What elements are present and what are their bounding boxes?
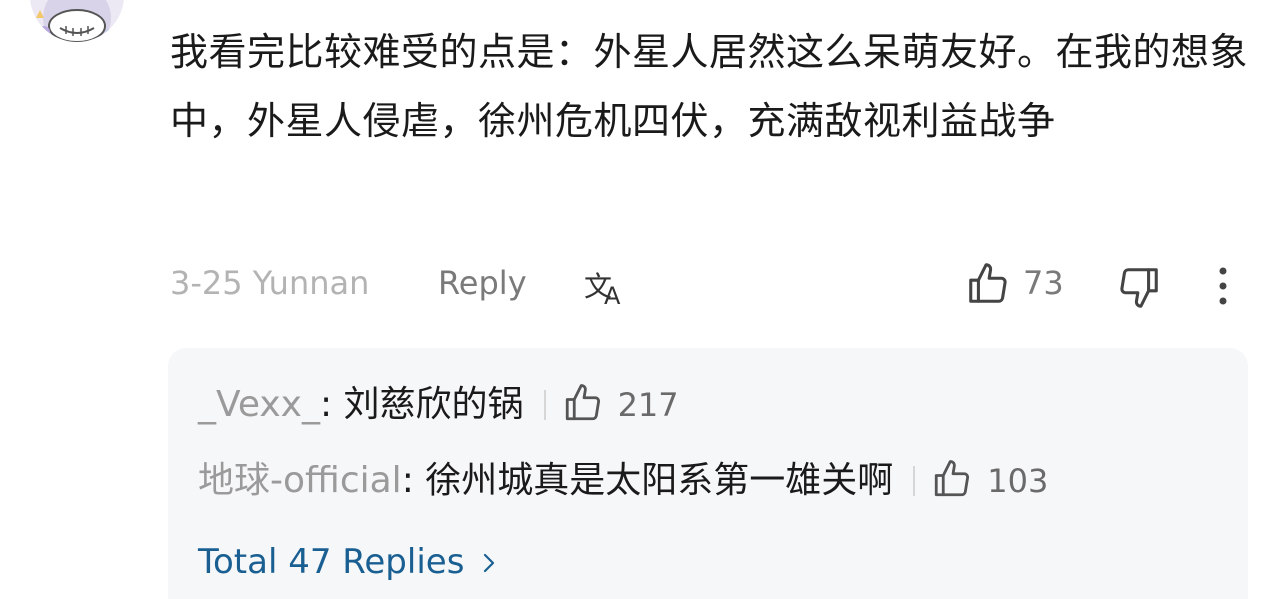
more-vertical-icon[interactable] — [1210, 264, 1236, 310]
thumbs-up-icon[interactable] — [931, 458, 973, 500]
reply-like-count: 217 — [617, 386, 679, 424]
comment-date-location: 3-25 Yunnan — [170, 264, 370, 302]
like-count: 73 — [1023, 264, 1064, 302]
reply-author[interactable]: _Vexx_ — [198, 384, 320, 425]
reply-text: 徐州城真是太阳系第一雄关啊 — [425, 460, 894, 501]
comment-thread: 我看完比较难受的点是：外星人居然这么呆萌友好。在我的想象中，外星人侵虐，徐州危机… — [0, 0, 1284, 599]
reply-separator: : — [401, 460, 426, 501]
reply-like-count: 103 — [987, 462, 1049, 500]
replies-panel: _Vexx_: 刘慈欣的锅 217 地球-official: 徐州城真是太阳系第一… — [168, 348, 1248, 599]
chevron-right-icon — [478, 543, 500, 573]
total-replies-label: Total 47 Replies — [198, 542, 465, 582]
reply-text: 刘慈欣的锅 — [343, 384, 524, 425]
reply-divider — [543, 390, 546, 420]
reply-divider — [913, 466, 916, 496]
thumbs-up-icon[interactable] — [965, 261, 1011, 307]
reply-item[interactable]: 地球-official: 徐州城真是太阳系第一雄关啊 103 — [198, 456, 1048, 506]
avatar-illustration — [30, 0, 124, 42]
comment-actions: 3-25 Yunnan Reply 文 A 73 — [170, 258, 1250, 314]
comment-text: 我看完比较难受的点是：外星人居然这么呆萌友好。在我的想象中，外星人侵虐，徐州危机… — [170, 30, 1249, 143]
reply-item[interactable]: _Vexx_: 刘慈欣的锅 217 — [198, 380, 679, 430]
total-replies-link[interactable]: Total 47 Replies — [198, 542, 500, 582]
thumbs-down-icon[interactable] — [1116, 264, 1164, 310]
svg-text:A: A — [604, 282, 621, 310]
reply-author[interactable]: 地球-official — [198, 460, 402, 501]
reply-button[interactable]: Reply — [438, 264, 527, 302]
reply-separator: : — [319, 384, 344, 425]
avatar[interactable] — [30, 0, 124, 42]
translate-icon[interactable]: 文 A — [582, 264, 630, 310]
thumbs-up-icon[interactable] — [562, 382, 604, 424]
